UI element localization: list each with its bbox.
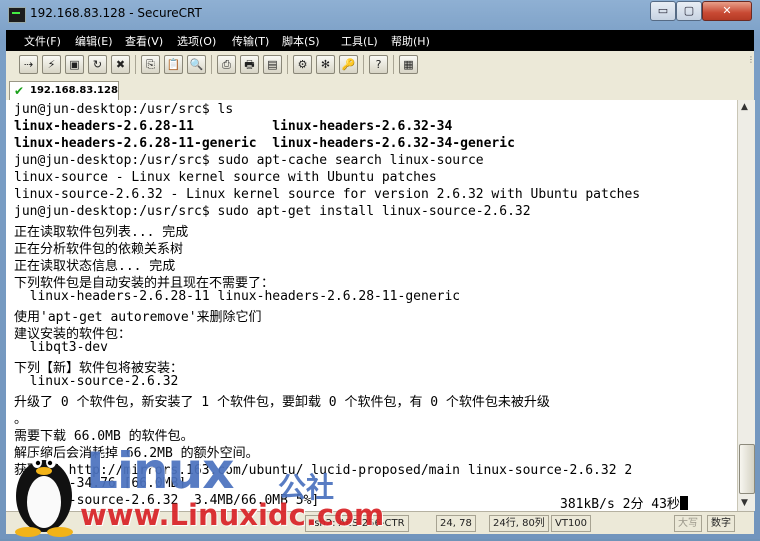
terminal-line: jun@jun-desktop:/usr/src$ sudo apt-cache… xyxy=(14,153,484,168)
terminal-line: libqt3-dev xyxy=(14,340,108,355)
terminal-cursor xyxy=(679,496,688,510)
connect-tab-icon[interactable]: ▣ xyxy=(65,55,84,74)
menu-bar: 文件(F) 编辑(E) 查看(V) 选项(O) 传输(T) 脚本(S) 工具(L… xyxy=(6,30,754,51)
session-options-icon[interactable]: ⚙ xyxy=(293,55,312,74)
quick-connect-icon[interactable]: ⚡ xyxy=(42,55,61,74)
terminal-line: jun@jun-desktop:/usr/src$ sudo apt-get i… xyxy=(14,204,531,219)
terminal-line: 正在读取软件包列表... 完成 xyxy=(14,225,189,240)
title-bar[interactable]: 192.168.83.128 - SecureCRT ▭ ▢ ✕ xyxy=(0,0,760,30)
print-screen-icon[interactable]: ▤ xyxy=(263,55,282,74)
tab-session[interactable]: ✔ 192.168.83.128 xyxy=(9,81,119,101)
connect-icon[interactable]: ⇢ xyxy=(19,55,38,74)
scrollbar-thumb[interactable] xyxy=(739,444,755,494)
session-tab-bar: ✔ 192.168.83.128 xyxy=(6,78,754,101)
terminal-line: linux-source-2.6.32 3.4MB/66.0MB 5%] xyxy=(14,493,320,508)
app-icon xyxy=(8,7,26,23)
status-caps-lock: 大写 xyxy=(674,515,702,532)
menu-view[interactable]: 查看(V) xyxy=(125,33,163,49)
terminal-line: 需要下载 66.0MB 的软件包。 xyxy=(14,429,194,444)
toolbar-separator xyxy=(393,55,394,74)
help-icon[interactable]: ? xyxy=(369,55,388,74)
tab-label: 192.168.83.128 xyxy=(30,85,118,96)
terminal-output[interactable]: jun@jun-desktop:/usr/src$ ls linux-header… xyxy=(6,100,737,511)
download-rate-text: 381kB/s 2分 43秒 xyxy=(560,497,680,511)
terminal-line: linux-source - Linux kernel source with … xyxy=(14,170,437,185)
status-terminal-size: 24行, 80列 xyxy=(489,515,549,532)
status-cursor-position: 24, 78 xyxy=(436,515,476,532)
status-emulation: VT100 xyxy=(551,515,592,532)
paste-icon[interactable]: 📋 xyxy=(164,55,183,74)
window-title: 192.168.83.128 - SecureCRT xyxy=(30,6,202,20)
close-button[interactable]: ✕ xyxy=(702,1,752,21)
terminal-line: 升级了 0 个软件包，新安装了 1 个软件包，要卸载 0 个软件包，有 0 个软… xyxy=(14,395,550,410)
terminal-line: 下列【新】软件包将被安装： xyxy=(14,361,184,376)
disconnect-icon[interactable]: ✖ xyxy=(111,55,130,74)
toolbar-overflow-icon[interactable]: ⋮ xyxy=(747,55,755,73)
print-setup-icon[interactable]: ⎙ xyxy=(217,55,236,74)
terminal-line: 下列软件包是自动安装的并且现在不需要了： xyxy=(14,276,275,291)
toolbar-separator xyxy=(363,55,364,74)
minimize-button[interactable]: ▭ xyxy=(650,1,676,21)
global-options-icon[interactable]: ✻ xyxy=(316,55,335,74)
toolbar-separator xyxy=(211,55,212,74)
terminal-line: 获取：1 http://mirrors.163.com/ubuntu/ luci… xyxy=(14,463,633,478)
sftp-icon[interactable]: ▦ xyxy=(399,55,418,74)
menu-script[interactable]: 脚本(S) xyxy=(282,33,320,49)
status-num-lock: 数字 xyxy=(707,515,735,532)
menu-options[interactable]: 选项(O) xyxy=(177,33,216,49)
securecrt-window: 192.168.83.128 - SecureCRT ▭ ▢ ✕ 文件(F) 编… xyxy=(0,0,760,539)
terminal-line: jun@jun-desktop:/usr/src$ ls xyxy=(14,102,234,117)
connected-check-icon: ✔ xyxy=(14,84,25,98)
reconnect-icon[interactable]: ↻ xyxy=(88,55,107,74)
terminal-line: 建议安装的软件包： xyxy=(14,327,132,342)
terminal-line: linux-headers-2.6.28-11 linux-headers-2.… xyxy=(14,289,461,304)
menu-tools[interactable]: 工具(L) xyxy=(341,33,378,49)
terminal-line: 正在读取状态信息... 完成 xyxy=(14,259,176,274)
terminal-line: 正在分析软件包的依赖关系树 xyxy=(14,242,184,257)
print-icon[interactable]: 🖶 xyxy=(240,55,259,74)
terminal-line: linux-source-2.6.32 xyxy=(14,374,179,389)
menu-file[interactable]: 文件(F) xyxy=(24,33,61,49)
copy-icon[interactable]: ⎘ xyxy=(141,55,160,74)
vertical-scrollbar[interactable]: ▲ ▼ xyxy=(737,100,755,511)
keymap-icon[interactable]: 🔑 xyxy=(339,55,358,74)
terminal-line: 。 xyxy=(14,412,28,427)
find-icon[interactable]: 🔍 xyxy=(187,55,206,74)
menu-transfer[interactable]: 传输(T) xyxy=(232,33,269,49)
menu-help[interactable]: 帮助(H) xyxy=(391,33,430,49)
terminal-line: linux-headers-2.6.28-11 linux-headers-2.… xyxy=(14,119,453,134)
terminal-line: linux-headers-2.6.28-11-generic linux-he… xyxy=(14,136,515,151)
download-rate: 381kB/s 2分 43秒 xyxy=(560,493,688,511)
terminal-line: 解压缩后会消耗掉 66.2MB 的额外空间。 xyxy=(14,446,259,461)
maximize-button[interactable]: ▢ xyxy=(676,1,702,21)
toolbar-separator xyxy=(287,55,288,74)
terminal-line: linux-source-2.6.32 - Linux kernel sourc… xyxy=(14,187,641,202)
terminal-line: .6.32-34.76 [66.0MB] xyxy=(14,476,187,491)
scroll-down-icon[interactable]: ▼ xyxy=(741,498,748,508)
menu-edit[interactable]: 编辑(E) xyxy=(75,33,113,49)
status-bar: ssh2: AES-256-CTR 24, 78 24行, 80列 VT100 … xyxy=(6,511,754,534)
toolbar: ⇢ ⚡ ▣ ↻ ✖ ⎘ 📋 🔍 ⎙ 🖶 ▤ ⚙ ✻ 🔑 ? ▦ ⋮ xyxy=(6,51,755,79)
toolbar-separator xyxy=(135,55,136,74)
scroll-up-icon[interactable]: ▲ xyxy=(741,102,748,112)
status-cipher: ssh2: AES-256-CTR xyxy=(305,515,409,532)
terminal-line: 使用'apt-get autoremove'来删除它们 xyxy=(14,310,262,325)
